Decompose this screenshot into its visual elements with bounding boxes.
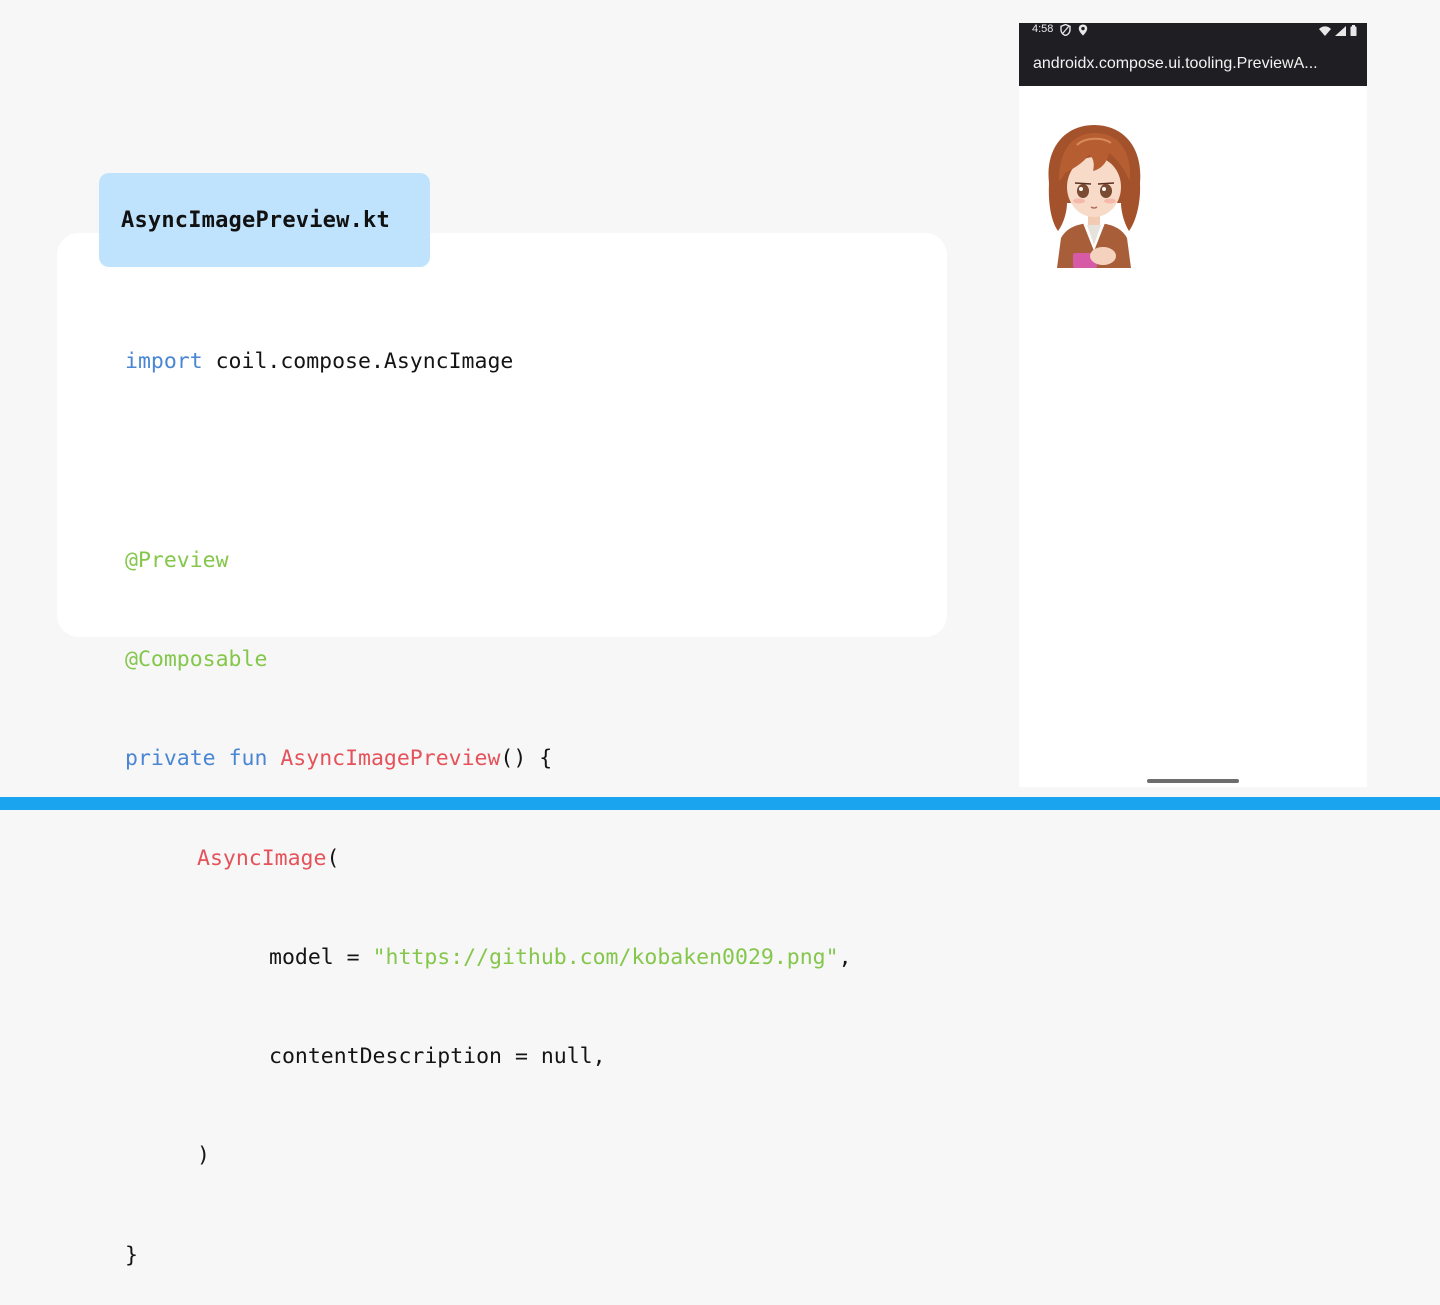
code-line-asyncimage-call: AsyncImage( — [125, 842, 852, 875]
asyncimage-call: AsyncImage — [197, 845, 327, 871]
model-comma: , — [838, 944, 852, 970]
location-icon — [1078, 23, 1088, 41]
code-line-1: import coil.compose.AsyncImage — [125, 345, 852, 378]
battery-icon — [1350, 23, 1357, 41]
phone-app-bar: 4:58 androidx.compose.ui.tooling.Preview… — [1019, 23, 1367, 86]
vpn-shield-icon — [1060, 23, 1071, 41]
home-indicator[interactable] — [1147, 779, 1239, 783]
code-line-close-paren: ) — [197, 1143, 210, 1169]
status-right-icons — [1319, 23, 1357, 41]
code-line-close-brace: } — [125, 1242, 138, 1268]
status-left-icons — [1060, 23, 1088, 41]
wifi-icon — [1319, 23, 1331, 41]
import-path: coil.compose.AsyncImage — [202, 349, 514, 375]
phone-preview: 4:58 androidx.compose.ui.tooling.Preview… — [1019, 23, 1367, 787]
keyword-private: private — [125, 746, 216, 772]
file-name: AsyncImagePreview.kt — [121, 207, 390, 233]
code-line-function-declaration: private fun AsyncImagePreview() { — [125, 742, 852, 775]
annotation-preview: @Preview — [125, 547, 229, 573]
function-name: AsyncImagePreview — [280, 746, 501, 772]
file-name-tab: AsyncImagePreview.kt — [99, 173, 430, 267]
annotation-composable: @Composable — [125, 647, 268, 673]
code-line-model: model = "https://github.com/kobaken0029.… — [125, 941, 852, 974]
code-block: import coil.compose.AsyncImage @Preview … — [125, 279, 852, 1305]
async-image-avatar — [1037, 123, 1151, 268]
signal-icon — [1335, 23, 1346, 41]
bottom-accent-bar — [0, 797, 1440, 810]
model-param: model = — [269, 944, 373, 970]
open-paren: ( — [326, 845, 340, 871]
keyword-fun: fun — [228, 746, 268, 772]
model-url-string: "https://github.com/kobaken0029.png" — [372, 944, 839, 970]
status-time: 4:58 — [1032, 23, 1054, 35]
function-signature-rest: () { — [500, 746, 553, 772]
app-title: androidx.compose.ui.tooling.PreviewA... — [1033, 55, 1318, 72]
keyword-import: import — [125, 349, 203, 375]
code-line-content-description: contentDescription = null, — [269, 1044, 606, 1070]
